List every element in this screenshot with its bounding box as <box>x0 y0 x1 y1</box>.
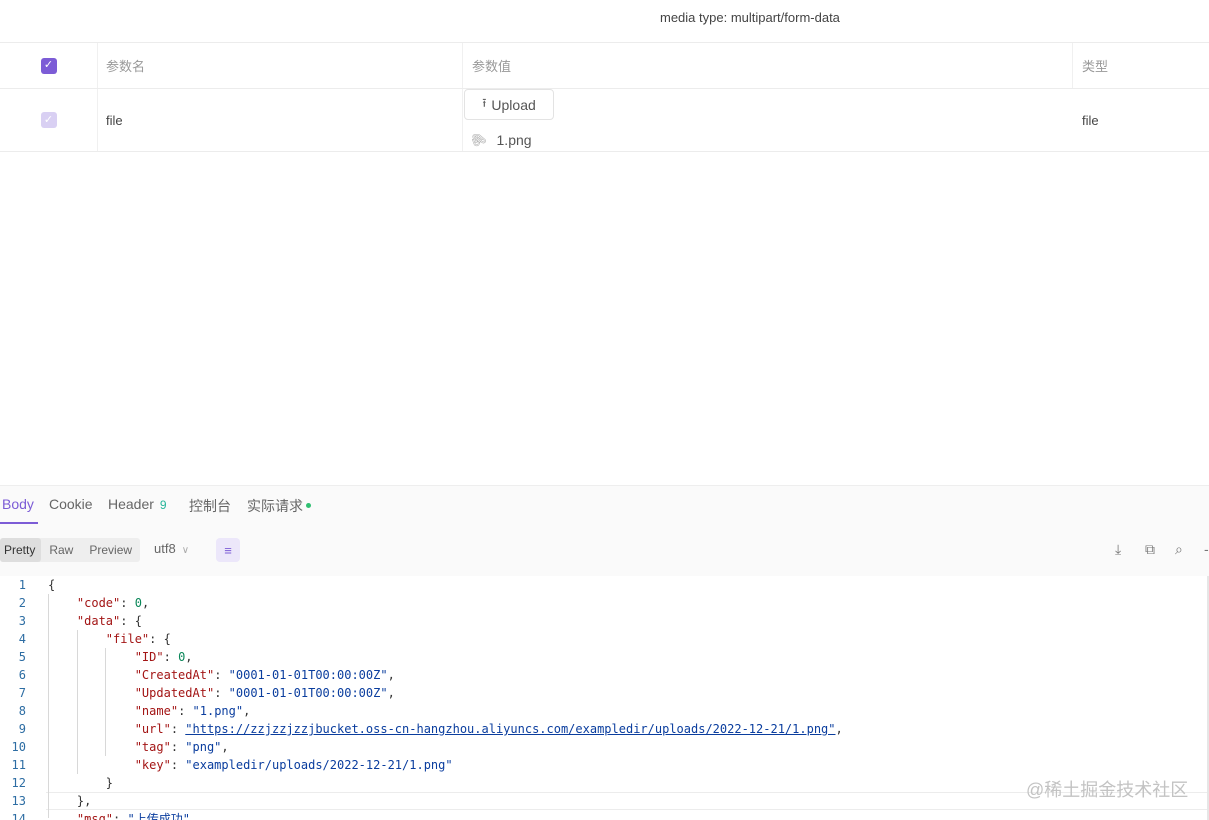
line-number: 10 <box>11 740 26 754</box>
line-number: 5 <box>18 650 26 664</box>
tab-actual-request-label: 实际请求 <box>247 498 303 514</box>
view-raw[interactable]: Raw <box>41 538 81 562</box>
line-number: 3 <box>18 614 26 628</box>
indent-guide <box>48 594 49 818</box>
status-dot-icon <box>306 502 311 508</box>
indent-guide <box>105 648 106 756</box>
line-number: 9 <box>18 722 26 736</box>
response-tabs: Body Cookie Header 9 控制台 实际请求 <box>0 486 1209 524</box>
code-text: }, <box>48 794 92 808</box>
header-param-name: 参数名 <box>98 43 463 88</box>
copy-icon[interactable]: ⧉ <box>1145 541 1155 558</box>
header-param-type: 类型 <box>1082 59 1109 74</box>
line-number: 6 <box>18 668 26 682</box>
encoding-value: utf8 <box>154 541 176 556</box>
encoding-select[interactable]: utf8 ∨ <box>154 541 189 556</box>
search-icon[interactable]: ⌕ <box>1175 541 1183 558</box>
code-line: 8 "name": "1.png", <box>0 702 1209 720</box>
code-text: "name": "1.png", <box>134 704 251 718</box>
code-text: "msg": "上传成功" <box>76 812 190 820</box>
tab-actual-request[interactable]: 实际请求 <box>247 496 311 516</box>
code-text: } <box>48 776 114 790</box>
code-text: "key": "exampledir/uploads/2022-12-21/1.… <box>134 758 453 772</box>
response-toolbar: Pretty Raw Preview utf8 ∨ ≡ ⤓ ⧉ ⌕ - <box>0 524 1209 576</box>
chevron-down-icon: ∨ <box>181 545 190 556</box>
code-text: "file": { <box>105 632 171 646</box>
code-line: 14 "msg": "上传成功" <box>0 810 1209 820</box>
line-number: 11 <box>11 758 26 772</box>
code-line: 2 "code": 0, <box>0 594 1209 612</box>
param-type-cell[interactable]: file <box>1074 89 1209 151</box>
header-count-badge: 9 <box>159 498 167 512</box>
code-text: "tag": "png", <box>134 740 229 754</box>
code-line: 10 "tag": "png", <box>0 738 1209 756</box>
params-table: ✓ 参数名 参数值 类型 ✓ file ⭱ Upload 🖇 1.png fil… <box>0 42 1209 152</box>
download-icon[interactable]: ⤓ <box>1115 541 1121 558</box>
code-text: "UpdatedAt": "0001-01-01T00:00:00Z", <box>134 686 395 700</box>
code-line: 1{ <box>0 576 1209 594</box>
indent-guide <box>77 630 78 774</box>
line-number: 14 <box>11 812 26 820</box>
view-preview[interactable]: Preview <box>81 538 140 562</box>
code-text: { <box>48 578 56 592</box>
tab-cookie[interactable]: Cookie <box>49 496 93 512</box>
code-text: "CreatedAt": "0001-01-01T00:00:00Z", <box>134 668 395 682</box>
code-line: 7 "UpdatedAt": "0001-01-01T00:00:00Z", <box>0 684 1209 702</box>
upload-label: Upload <box>491 96 536 113</box>
code-line: 5 "ID": 0, <box>0 648 1209 666</box>
word-wrap-toggle[interactable]: ≡ <box>216 538 240 562</box>
code-line: 6 "CreatedAt": "0001-01-01T00:00:00Z", <box>0 666 1209 684</box>
media-type-label: media type: multipart/form-data <box>660 10 840 25</box>
code-text: "url": "https://zzjzzjzzjbucket.oss-cn-h… <box>134 722 843 736</box>
upload-button[interactable]: ⭱ Upload <box>464 89 554 120</box>
params-header-row: ✓ 参数名 参数值 类型 <box>0 43 1209 89</box>
param-name-cell[interactable]: file <box>98 89 463 151</box>
paperclip-icon: 🖇 <box>466 128 490 151</box>
code-text: "ID": 0, <box>134 650 193 664</box>
tab-body[interactable]: Body <box>2 496 34 512</box>
table-row: ✓ file ⭱ Upload 🖇 1.png file <box>0 89 1209 152</box>
code-line: 11 "key": "exampledir/uploads/2022-12-21… <box>0 756 1209 774</box>
line-number: 13 <box>11 794 26 808</box>
watermark: @稀土掘金技术社区 <box>1026 780 1189 800</box>
header-param-value: 参数值 <box>464 43 1073 88</box>
tab-header-label: Header <box>108 496 154 512</box>
more-icon[interactable]: - <box>1204 541 1209 557</box>
code-line: 3 "data": { <box>0 612 1209 630</box>
code-line: 9 "url": "https://zzjzzjzzjbucket.oss-cn… <box>0 720 1209 738</box>
code-line: 4 "file": { <box>0 630 1209 648</box>
line-number: 2 <box>18 596 26 610</box>
view-pretty[interactable]: Pretty <box>0 538 42 562</box>
tab-header[interactable]: Header 9 <box>108 496 167 512</box>
select-all-checkbox[interactable]: ✓ <box>40 57 57 74</box>
code-text: "data": { <box>76 614 142 628</box>
upload-icon: ⭱ <box>482 96 487 110</box>
param-value-cell: ⭱ Upload 🖇 1.png <box>464 89 1073 151</box>
code-text: "code": 0, <box>76 596 150 610</box>
line-number: 1 <box>18 578 26 592</box>
row-checkbox[interactable]: ✓ <box>40 112 57 128</box>
wrap-lines-icon: ≡ <box>224 542 232 558</box>
line-number: 8 <box>18 704 26 718</box>
view-mode-switch: Pretty Raw Preview <box>0 538 141 562</box>
line-number: 4 <box>18 632 26 646</box>
line-number: 7 <box>18 686 26 700</box>
line-number: 12 <box>11 776 26 790</box>
tab-console[interactable]: 控制台 <box>189 496 231 516</box>
attached-file[interactable]: 🖇 1.png <box>467 129 532 151</box>
attached-file-name: 1.png <box>496 132 532 148</box>
